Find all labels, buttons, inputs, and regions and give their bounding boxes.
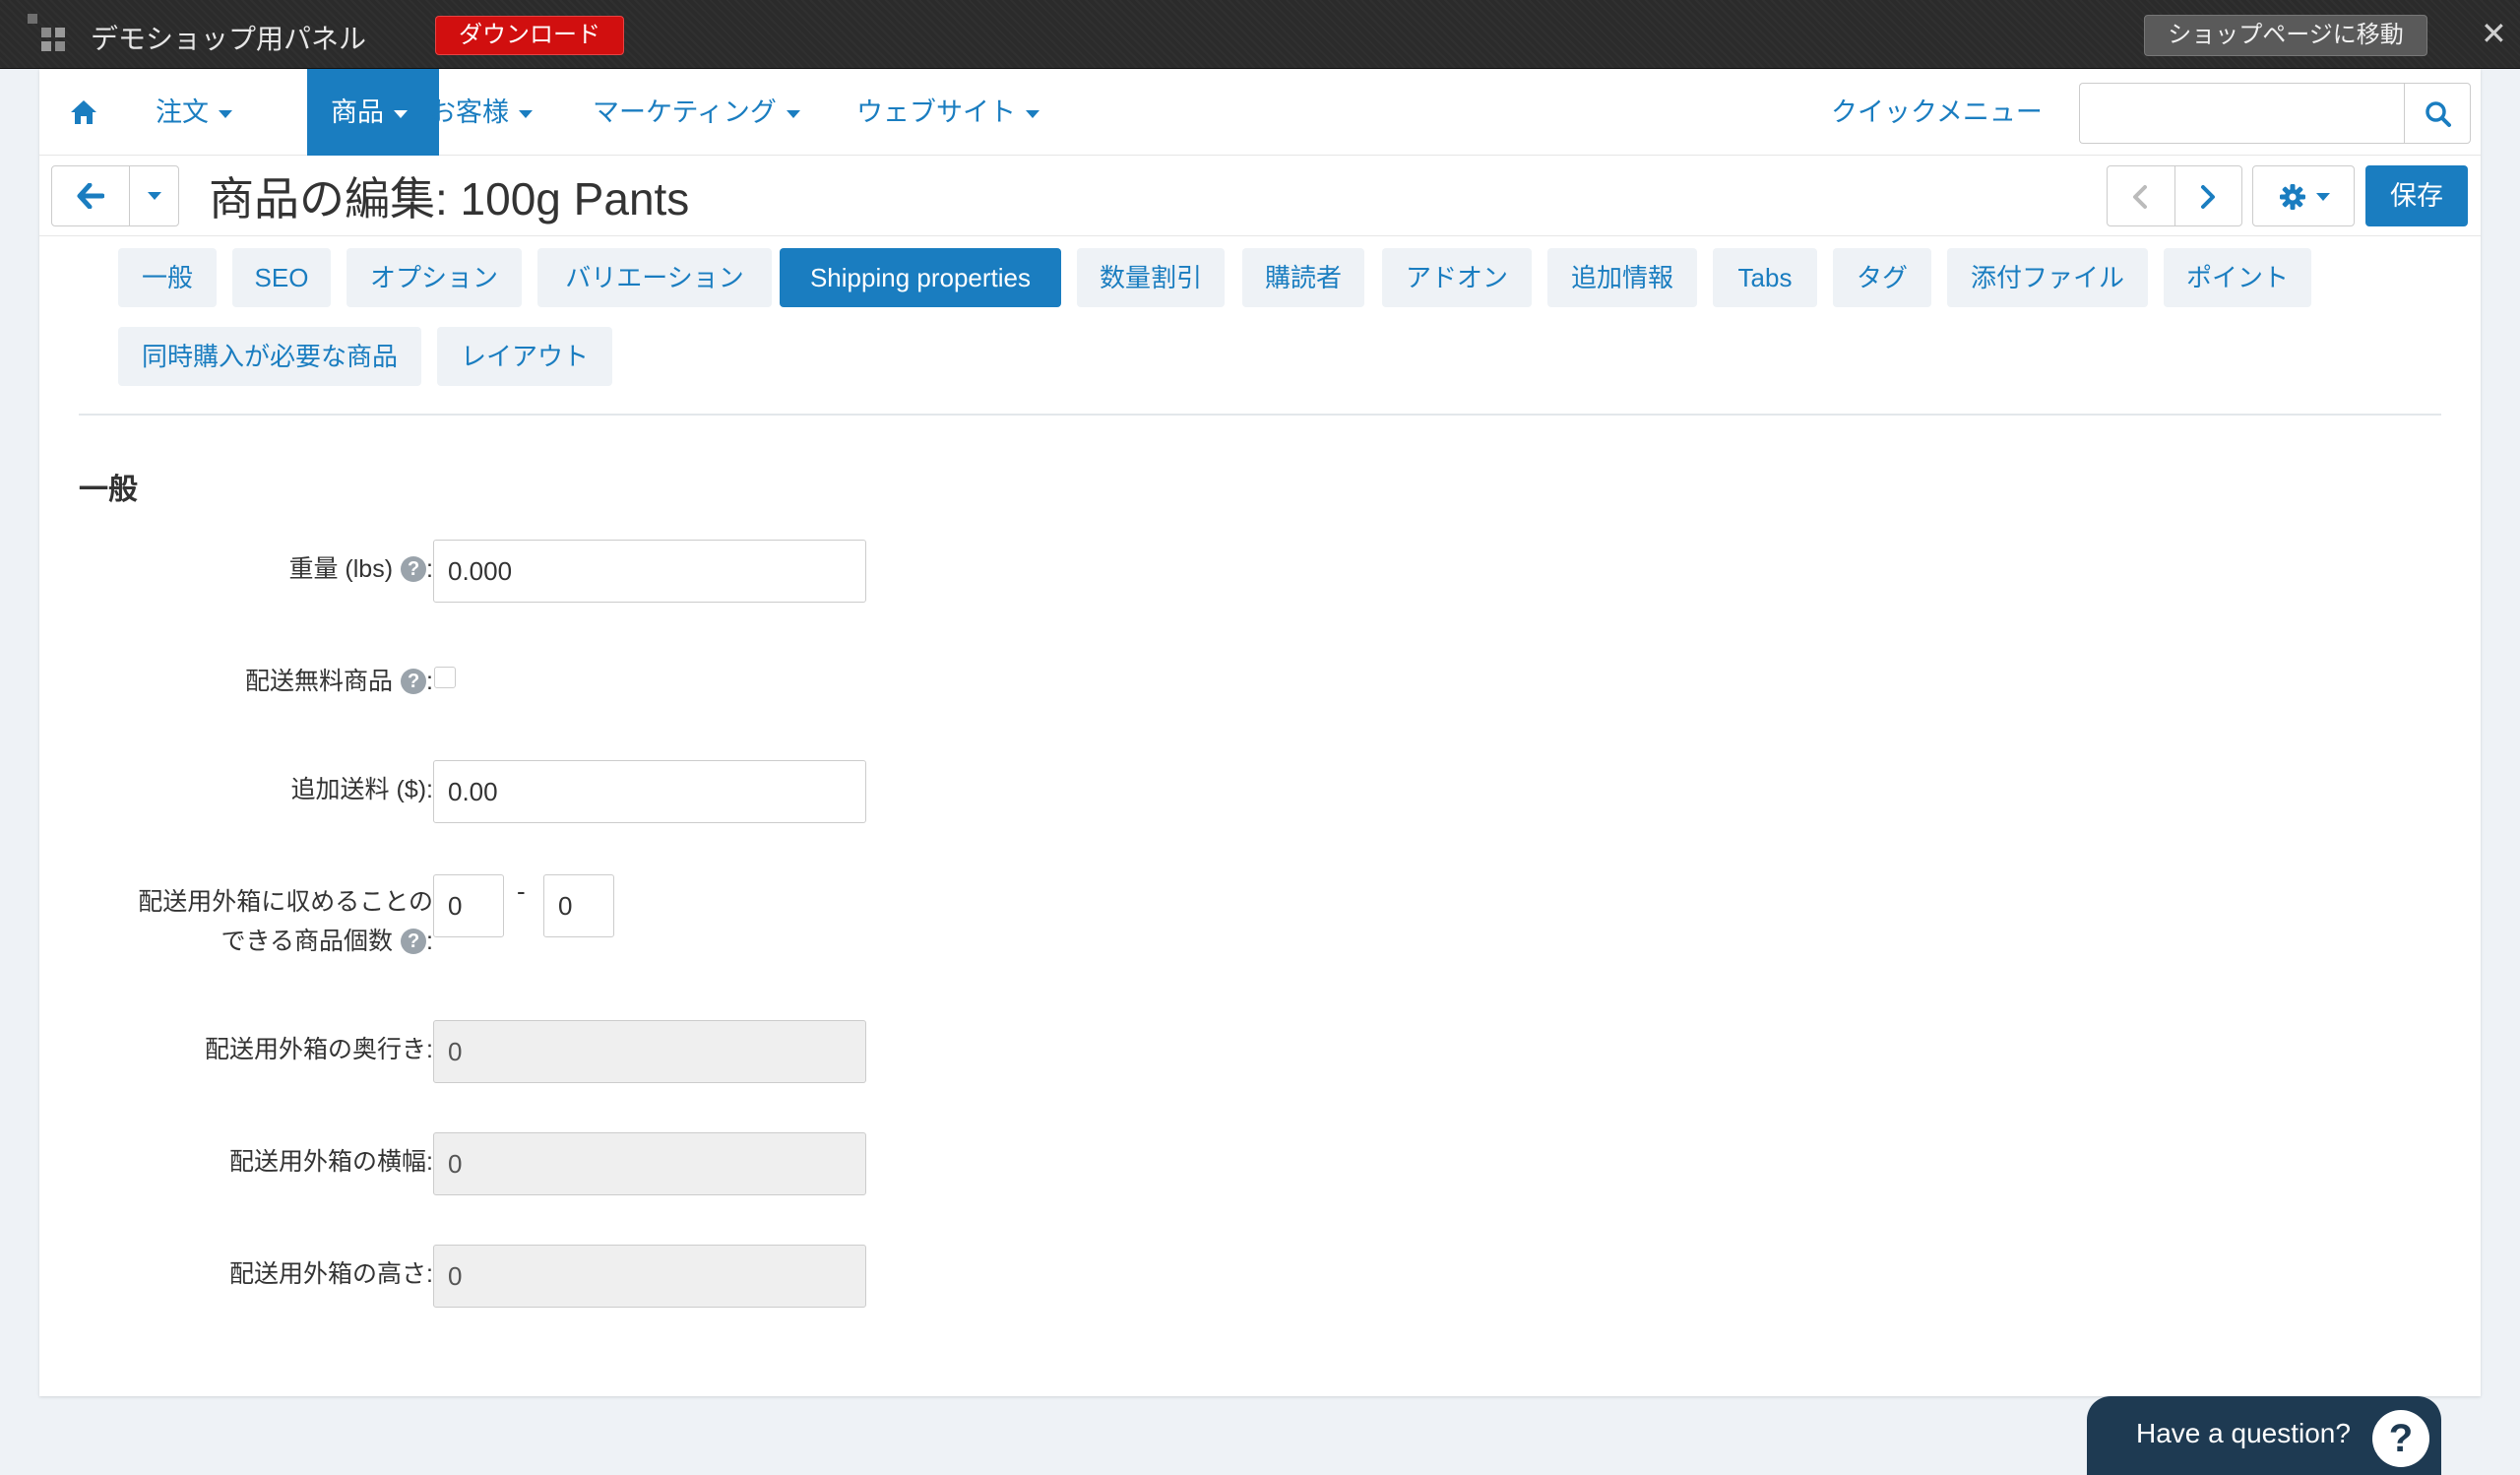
nav-products-label: 商品: [331, 97, 384, 127]
range-separator: -: [517, 876, 526, 906]
free-shipping-label-text: 配送無料商品: [245, 668, 394, 695]
box-length-input: [433, 1020, 866, 1083]
back-dropdown-button[interactable]: [129, 166, 178, 225]
chevron-left-icon: [2133, 185, 2147, 209]
caret-down-icon: [148, 192, 161, 200]
tab-variations[interactable]: バリエーション: [537, 248, 772, 307]
tab-general[interactable]: 一般: [118, 248, 217, 307]
shipping-freight-label: 追加送料 ($):: [290, 776, 433, 803]
tab-attachments[interactable]: 添付ファイル: [1947, 248, 2148, 307]
main-navbar: 注文 商品 お客様 マーケティング ウェブサイト クイックメニュー: [39, 69, 2481, 156]
items-in-box-label-line2: できる商品個数?:: [220, 928, 433, 955]
save-button[interactable]: 保存: [2365, 165, 2468, 226]
box-width-input: [433, 1132, 866, 1195]
home-icon[interactable]: [69, 98, 98, 126]
caret-down-icon: [2316, 193, 2330, 201]
go-to-storefront-button[interactable]: ショップページに移動: [2144, 15, 2427, 56]
search-icon: [2426, 101, 2451, 127]
caret-down-icon: [786, 109, 800, 118]
caret-down-icon: [219, 109, 232, 118]
nav-orders[interactable]: 注文: [156, 69, 232, 156]
nav-customers[interactable]: お客様: [429, 69, 533, 156]
prev-product-button[interactable]: [2108, 166, 2174, 225]
demo-logo-icon: [28, 14, 71, 53]
free-shipping-checkbox[interactable]: [434, 667, 456, 688]
help-icon[interactable]: ?: [401, 556, 427, 582]
page-title: 商品の編集: 100g Pants: [209, 173, 690, 224]
tab-shipping-properties[interactable]: Shipping properties: [780, 248, 1061, 307]
nav-marketing[interactable]: マーケティング: [593, 69, 800, 156]
nav-orders-label: 注文: [156, 97, 209, 127]
help-icon[interactable]: ?: [401, 929, 427, 954]
tab-subscribers[interactable]: 購読者: [1242, 248, 1364, 307]
tab-layout[interactable]: レイアウト: [437, 327, 612, 386]
box-width-label: 配送用外箱の横幅:: [229, 1148, 433, 1176]
question-circle-icon: ?: [2372, 1410, 2429, 1467]
tabs-divider: [79, 414, 2441, 416]
nav-customers-label: お客様: [429, 97, 509, 127]
chevron-right-icon: [2201, 185, 2215, 209]
title-bar: 商品の編集: 100g Pants 保存: [39, 156, 2481, 236]
back-button[interactable]: [52, 166, 129, 225]
box-height-label: 配送用外箱の高さ:: [229, 1260, 433, 1288]
search-input[interactable]: [2079, 83, 2404, 144]
tab-addons[interactable]: アドオン: [1382, 248, 1532, 307]
tab-tabs[interactable]: Tabs: [1713, 248, 1817, 307]
help-icon[interactable]: ?: [401, 669, 427, 694]
shipping-freight-input[interactable]: [433, 760, 866, 823]
free-shipping-label: 配送無料商品?:: [245, 668, 433, 695]
tab-add-info[interactable]: 追加情報: [1547, 248, 1697, 307]
tab-required-products[interactable]: 同時購入が必要な商品: [118, 327, 421, 386]
weight-label-text: 重量 (lbs): [288, 555, 394, 583]
weight-label: 重量 (lbs)?:: [288, 555, 433, 583]
download-button[interactable]: ダウンロード: [435, 16, 624, 55]
demo-panel-title: デモショップ用パネル: [91, 24, 367, 54]
gear-icon: [2280, 184, 2305, 210]
search-button[interactable]: [2404, 83, 2471, 144]
items-in-box-label-text: できる商品個数: [220, 928, 394, 955]
nav-marketing-label: マーケティング: [593, 97, 777, 127]
have-a-question-label: Have a question?: [2136, 1418, 2351, 1448]
box-height-input: [433, 1245, 866, 1308]
prev-next-group: [2107, 165, 2242, 226]
back-button-group: [51, 165, 179, 226]
tab-quantity-discounts[interactable]: 数量割引: [1077, 248, 1225, 307]
caret-down-icon: [519, 109, 533, 118]
have-a-question-widget[interactable]: Have a question? ?: [2087, 1396, 2441, 1475]
tab-tags[interactable]: タグ: [1833, 248, 1931, 307]
nav-website[interactable]: ウェブサイト: [856, 69, 1040, 156]
box-length-label: 配送用外箱の奥行き:: [205, 1036, 433, 1063]
admin-panel: 注文 商品 お客様 マーケティング ウェブサイト クイックメニュー 商品の編集:…: [39, 69, 2481, 1396]
items-in-box-label-line1: 配送用外箱に収めることの: [138, 888, 433, 916]
tab-options[interactable]: オプション: [346, 248, 522, 307]
nav-website-label: ウェブサイト: [856, 97, 1016, 127]
section-title-general: 一般: [79, 474, 138, 506]
quick-menu-link[interactable]: クイックメニュー: [1831, 69, 2043, 156]
caret-down-icon: [394, 109, 408, 118]
weight-input[interactable]: [433, 540, 866, 603]
demo-top-bar: デモショップ用パネル ダウンロード ショップページに移動 ✕: [0, 0, 2520, 69]
arrow-left-icon: [77, 183, 104, 209]
items-in-box-max-input[interactable]: [543, 874, 614, 937]
next-product-button[interactable]: [2174, 166, 2241, 225]
settings-dropdown-button[interactable]: [2252, 165, 2355, 226]
tab-seo[interactable]: SEO: [232, 248, 331, 307]
nav-products[interactable]: 商品: [307, 69, 439, 156]
items-in-box-min-input[interactable]: [433, 874, 504, 937]
tab-reward-points[interactable]: ポイント: [2164, 248, 2311, 307]
caret-down-icon: [1026, 109, 1040, 118]
close-icon[interactable]: ✕: [2481, 12, 2507, 55]
